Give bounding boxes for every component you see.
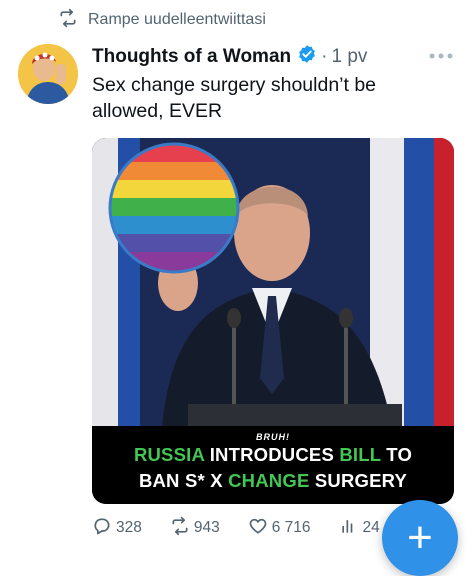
avatar[interactable] xyxy=(18,44,78,104)
reply-icon xyxy=(92,516,116,541)
tweet-text: Sex change surgery shouldn’t be allowed,… xyxy=(92,74,377,122)
more-icon[interactable] xyxy=(428,50,454,66)
views-button[interactable]: 24 xyxy=(339,516,380,541)
like-button[interactable]: 6 716 xyxy=(248,516,311,541)
caption-line-1: RUSSIA INTRODUCES BILL TO xyxy=(92,444,454,466)
reply-count: 328 xyxy=(116,519,142,536)
retweet-button[interactable]: 943 xyxy=(170,516,220,541)
like-icon xyxy=(248,516,272,541)
views-count: 24 xyxy=(362,519,380,536)
retweet-indicator[interactable]: Rampe uudelleentwiittasi xyxy=(58,8,266,32)
caption-line-2: BAN S* X CHANGE SURGERY xyxy=(92,470,454,492)
media-photo xyxy=(92,138,454,426)
caption-word-introduces: INTRODUCES xyxy=(204,444,340,465)
retweet-icon xyxy=(170,516,194,541)
compose-button[interactable]: + xyxy=(382,500,458,576)
caption-word-change: CHANGE xyxy=(228,470,310,491)
retweet-count: 943 xyxy=(193,519,220,536)
timestamp[interactable]: 1 pv xyxy=(331,46,367,68)
caption-word-ban: BAN S* X xyxy=(138,470,229,491)
caption-word-surgery: SURGERY xyxy=(309,470,408,491)
rainbow-badge xyxy=(108,142,240,274)
views-icon xyxy=(339,516,363,541)
bruh-label: BRUH! xyxy=(256,432,290,442)
caption-word-russia: RUSSIA xyxy=(133,444,205,465)
reply-button[interactable]: 328 xyxy=(92,516,142,541)
caption-word-to: TO xyxy=(380,444,413,465)
media-caption: BRUH! RUSSIA INTRODUCES BILL TO BAN S* X… xyxy=(92,426,454,504)
caption-word-bill: BILL xyxy=(339,444,381,465)
like-count: 6 716 xyxy=(271,519,311,536)
retweet-label: Rampe uudelleentwiittasi xyxy=(88,11,266,28)
retweet-icon xyxy=(58,8,88,33)
compose-plus-icon: + xyxy=(407,513,433,562)
author-name[interactable]: Thoughts of a Woman xyxy=(92,46,291,68)
tweet-media[interactable]: BRUH! RUSSIA INTRODUCES BILL TO BAN S* X… xyxy=(92,138,454,504)
verified-badge-icon xyxy=(291,44,321,70)
tweet-header: Thoughts of a Woman · 1 pv xyxy=(92,44,454,70)
separator: · xyxy=(321,46,328,67)
